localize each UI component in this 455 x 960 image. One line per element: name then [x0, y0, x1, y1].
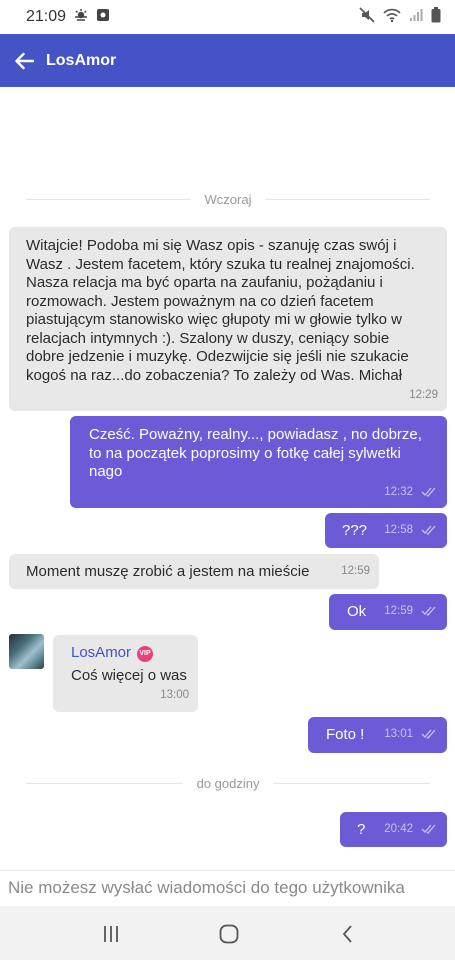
app-bar: LosAmor: [0, 34, 455, 87]
incoming-message: Moment muszę zrobić a jestem na mieście …: [9, 554, 379, 589]
message-time: 20:42: [384, 823, 413, 835]
message-time: 12:59: [384, 605, 413, 617]
notification-icon: [96, 8, 110, 27]
message-time: 13:01: [384, 728, 413, 740]
status-time: 21:09: [26, 8, 67, 25]
conversation-title: LosAmor: [46, 51, 117, 69]
outgoing-message: Foto ! 13:01: [308, 717, 447, 753]
read-ticks-icon: [421, 824, 436, 834]
vip-badge: VIP: [137, 646, 154, 662]
mute-icon: [359, 6, 375, 28]
recent-apps-icon[interactable]: [100, 923, 122, 945]
message-time: 12:32: [384, 486, 413, 498]
outgoing-message: ? 20:42: [340, 812, 447, 847]
message-time: 12:59: [341, 565, 370, 577]
outgoing-message: Ok 12:59: [329, 594, 447, 630]
read-ticks-icon: [421, 525, 436, 535]
back-icon[interactable]: [337, 923, 359, 945]
weather-icon: [73, 8, 89, 27]
status-bar: 21:09: [0, 0, 455, 34]
system-nav-bar: [0, 906, 455, 960]
read-ticks-icon: [421, 729, 436, 739]
incoming-message: LosAmor VIP Coś więcej o was 13:00: [53, 635, 198, 712]
user-avatar[interactable]: [9, 634, 44, 669]
message-time: 13:00: [160, 689, 189, 701]
wifi-icon: [383, 7, 401, 28]
date-separator: Wczoraj: [26, 192, 431, 207]
signal-icon: [409, 8, 423, 27]
date-separator: do godziny: [26, 776, 431, 791]
incoming-message: Witajcie! Podoba mi się Wasz opis - szan…: [9, 227, 447, 411]
sender-name[interactable]: LosAmor: [71, 644, 131, 661]
cannot-send-notice: Nie możesz wysłać wiadomości do tego uży…: [0, 870, 455, 906]
home-icon[interactable]: [218, 923, 240, 945]
read-ticks-icon: [421, 606, 436, 616]
battery-icon: [431, 6, 441, 28]
message-time: 12:29: [409, 389, 438, 401]
outgoing-message: ??? 12:58: [325, 513, 447, 548]
message-time: 12:58: [384, 524, 413, 536]
outgoing-message: Cześć. Poważny, realny..., powiadasz , n…: [70, 416, 447, 508]
back-arrow-icon[interactable]: [12, 49, 36, 73]
read-ticks-icon: [421, 487, 436, 497]
